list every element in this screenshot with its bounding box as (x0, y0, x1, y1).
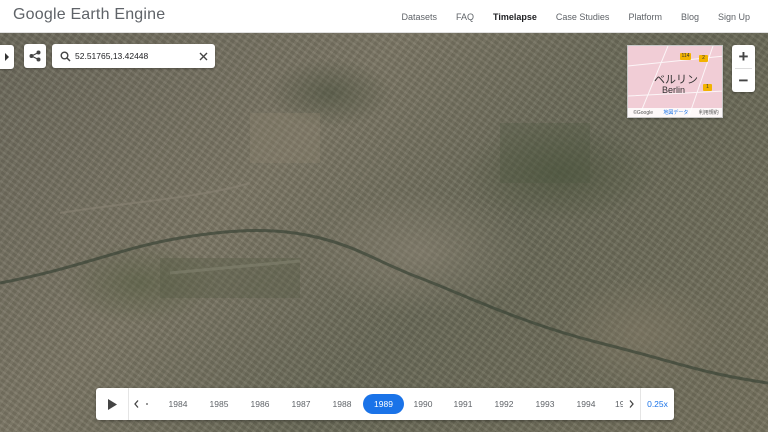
previous-year-button[interactable] (129, 388, 143, 420)
route-marker: 1 (703, 84, 712, 91)
nav-faq[interactable]: FAQ (456, 12, 474, 22)
chevron-right-icon (629, 400, 634, 408)
minimap-copyright: ©Google (633, 109, 653, 116)
zoom-out-button[interactable]: − (732, 69, 755, 92)
year-1992[interactable]: 1992 (487, 388, 521, 420)
nav-case-studies[interactable]: Case Studies (556, 12, 610, 22)
year-1993[interactable]: 1993 (528, 388, 562, 420)
minimap-map-data-link[interactable]: 地図データ (663, 109, 688, 116)
close-icon (199, 52, 207, 60)
timelapse-timeline: 1984 1985 1986 1987 1988 1989 1990 1991 … (96, 388, 674, 420)
year-1984[interactable]: 1984 (161, 388, 195, 420)
route-marker: 2 (699, 55, 708, 62)
main-nav: Datasets FAQ Timelapse Case Studies Plat… (402, 0, 768, 33)
year-1994[interactable]: 1994 (569, 388, 603, 420)
minimap-footer: ©Google 地図データ 利用規約 (628, 108, 722, 117)
nav-blog[interactable]: Blog (681, 12, 699, 22)
nav-datasets[interactable]: Datasets (402, 12, 438, 22)
year-1995[interactable]: 1995 (615, 388, 623, 420)
minimap-city-label-en: Berlin (662, 85, 686, 95)
clear-search-button[interactable] (193, 44, 213, 68)
share-button[interactable] (24, 44, 46, 68)
nav-sign-up[interactable]: Sign Up (718, 12, 750, 22)
nav-platform[interactable]: Platform (628, 12, 662, 22)
location-search (52, 44, 215, 68)
site-logo[interactable]: Google Earth Engine (13, 6, 165, 24)
chevron-right-icon (5, 53, 9, 61)
year-1986[interactable]: 1986 (243, 388, 277, 420)
year-1988[interactable]: 1988 (325, 388, 359, 420)
nav-timelapse[interactable]: Timelapse (493, 12, 537, 22)
year-1990[interactable]: 1990 (406, 388, 440, 420)
search-input[interactable] (75, 46, 193, 66)
zoom-in-button[interactable]: + (732, 45, 755, 68)
playback-speed-button[interactable]: 0.25x (640, 388, 674, 420)
play-button[interactable] (96, 388, 129, 420)
year-1989-selected[interactable]: 1989 (363, 394, 404, 414)
year-1987[interactable]: 1987 (284, 388, 318, 420)
year-1991[interactable]: 1991 (446, 388, 480, 420)
timeline-dot (146, 403, 148, 405)
year-1985[interactable]: 1985 (202, 388, 236, 420)
share-icon (29, 50, 41, 62)
zoom-control: + − (732, 45, 755, 92)
location-minimap[interactable]: 114 2 1 ベルリン Berlin ©Google 地図データ 利用規約 (627, 45, 723, 118)
satellite-map[interactable]: 114 2 1 ベルリン Berlin ©Google 地図データ 利用規約 +… (0, 33, 768, 432)
next-year-button[interactable] (624, 388, 638, 420)
search-icon[interactable] (55, 44, 75, 68)
top-bar: Google Earth Engine Datasets FAQ Timelap… (0, 0, 768, 33)
chevron-left-icon (133, 400, 138, 408)
panel-toggle-button[interactable] (0, 45, 14, 69)
play-icon (108, 398, 117, 410)
route-marker: 114 (680, 53, 691, 60)
minimap-terms-link[interactable]: 利用規約 (699, 109, 719, 116)
